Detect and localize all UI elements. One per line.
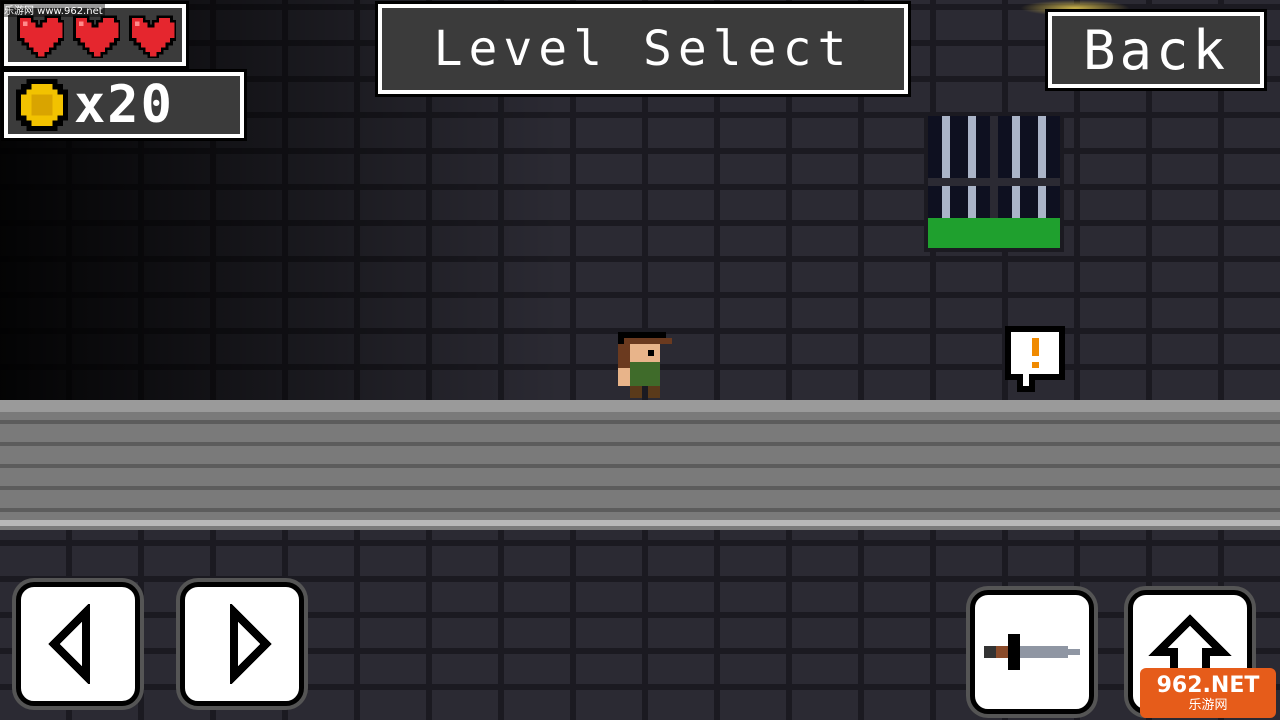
sword-icon xyxy=(984,634,1080,670)
watermark-logo-sub: 乐游网 xyxy=(1188,697,1228,713)
watermark-text: 乐游网 www.962.net xyxy=(2,2,105,17)
watermark-logo-text: 962.NET xyxy=(1156,672,1260,698)
coins-panel: x20 xyxy=(4,72,244,138)
arrow-left-icon xyxy=(48,604,90,684)
heart-icon xyxy=(73,15,120,58)
coin-count: x20 xyxy=(74,75,174,135)
slime-glow xyxy=(928,218,1060,248)
barred-window xyxy=(924,112,1064,252)
heart-icon xyxy=(17,15,64,58)
floor-line xyxy=(0,520,1280,526)
stone-floor xyxy=(0,400,1280,530)
move-right-button[interactable] xyxy=(180,582,304,706)
attack-button[interactable] xyxy=(970,590,1094,714)
watermark-logo: 962.NET 乐游网 xyxy=(1140,668,1276,718)
heart-icon xyxy=(129,15,176,58)
coin-icon xyxy=(16,79,68,131)
player-character xyxy=(618,332,672,398)
screen-title: Level Select xyxy=(433,21,853,77)
floor-edge xyxy=(0,400,1280,412)
move-left-button[interactable] xyxy=(16,582,140,706)
alert-bubble-icon[interactable] xyxy=(1004,326,1066,392)
arrow-right-icon xyxy=(230,604,272,684)
back-button[interactable]: Back xyxy=(1048,12,1264,88)
title-panel: Level Select xyxy=(378,4,908,94)
